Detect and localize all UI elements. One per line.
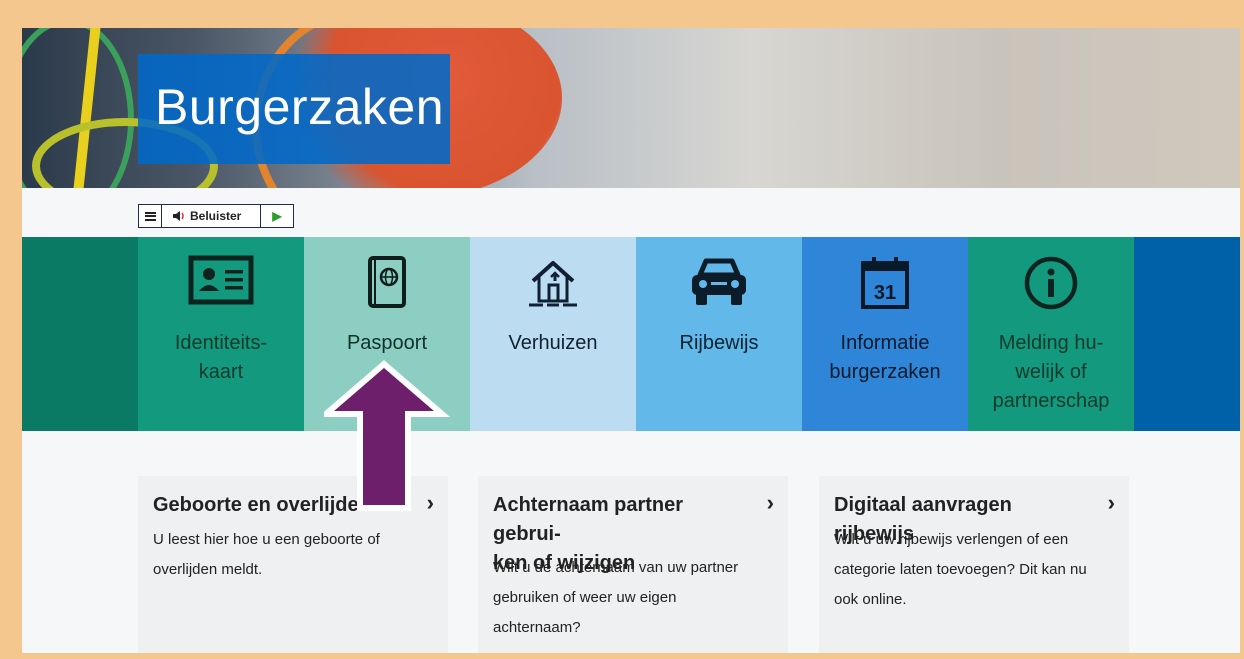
listen-label: Beluister xyxy=(190,209,242,223)
tile-label: Melding hu- welijk of partnerschap xyxy=(992,332,1110,412)
tile-label: Identiteits- kaart xyxy=(174,332,268,383)
pointer-arrow-icon xyxy=(324,360,451,511)
info-icon xyxy=(1024,256,1078,310)
page-title: Burgerzaken xyxy=(155,79,444,135)
speaker-icon xyxy=(173,211,184,221)
tile-label: Informatie burgerzaken xyxy=(829,332,941,383)
play-icon[interactable]: ▶ xyxy=(261,209,293,223)
id-card-icon xyxy=(188,255,254,305)
service-tiles: Identiteits- kaart Paspoort Verhuizen Ri… xyxy=(22,237,1240,431)
passport-icon xyxy=(368,256,406,308)
card-description: Wilt u de achternaam van uw partner gebr… xyxy=(493,559,739,636)
tile-rijbewijs[interactable]: Rijbewijs xyxy=(636,237,802,431)
tile-melding-huwelijk[interactable]: Melding hu- welijk of partnerschap xyxy=(968,237,1134,431)
calendar-day: 31 xyxy=(874,282,896,304)
car-icon xyxy=(692,258,746,305)
calendar-icon: 31 xyxy=(861,257,909,309)
chevron-right-icon: › xyxy=(766,490,774,515)
menu-icon[interactable] xyxy=(139,205,162,227)
house-move-icon xyxy=(529,261,577,307)
page-frame: Burgerzaken Beluister ▶ Identiteits- kaa… xyxy=(22,28,1240,653)
tile-informatie-burgerzaken[interactable]: 31 Informatie burgerzaken xyxy=(802,237,968,431)
title-box: Burgerzaken xyxy=(138,54,450,164)
card-digitaal-rijbewijs[interactable]: Digitaal aanvragen rijbewijs › Wilt u uw… xyxy=(819,476,1129,653)
tile-label: Rijbewijs xyxy=(679,332,759,354)
card-description: Wilt u uw rijbewijs verlengen of een cat… xyxy=(834,531,1087,608)
readspeaker-bar: Beluister ▶ xyxy=(138,204,294,228)
hero-banner: Burgerzaken xyxy=(22,28,1240,188)
tile-label: Verhuizen xyxy=(508,332,598,354)
tile-identiteitskaart[interactable]: Identiteits- kaart xyxy=(138,237,304,431)
card-achternaam-partner[interactable]: Achternaam partner gebrui- ken of wijzig… xyxy=(478,476,788,653)
listen-button[interactable]: Beluister xyxy=(162,205,261,227)
tile-label: Paspoort xyxy=(346,332,428,354)
chevron-right-icon: › xyxy=(1107,490,1115,515)
tile-verhuizen[interactable]: Verhuizen xyxy=(470,237,636,431)
